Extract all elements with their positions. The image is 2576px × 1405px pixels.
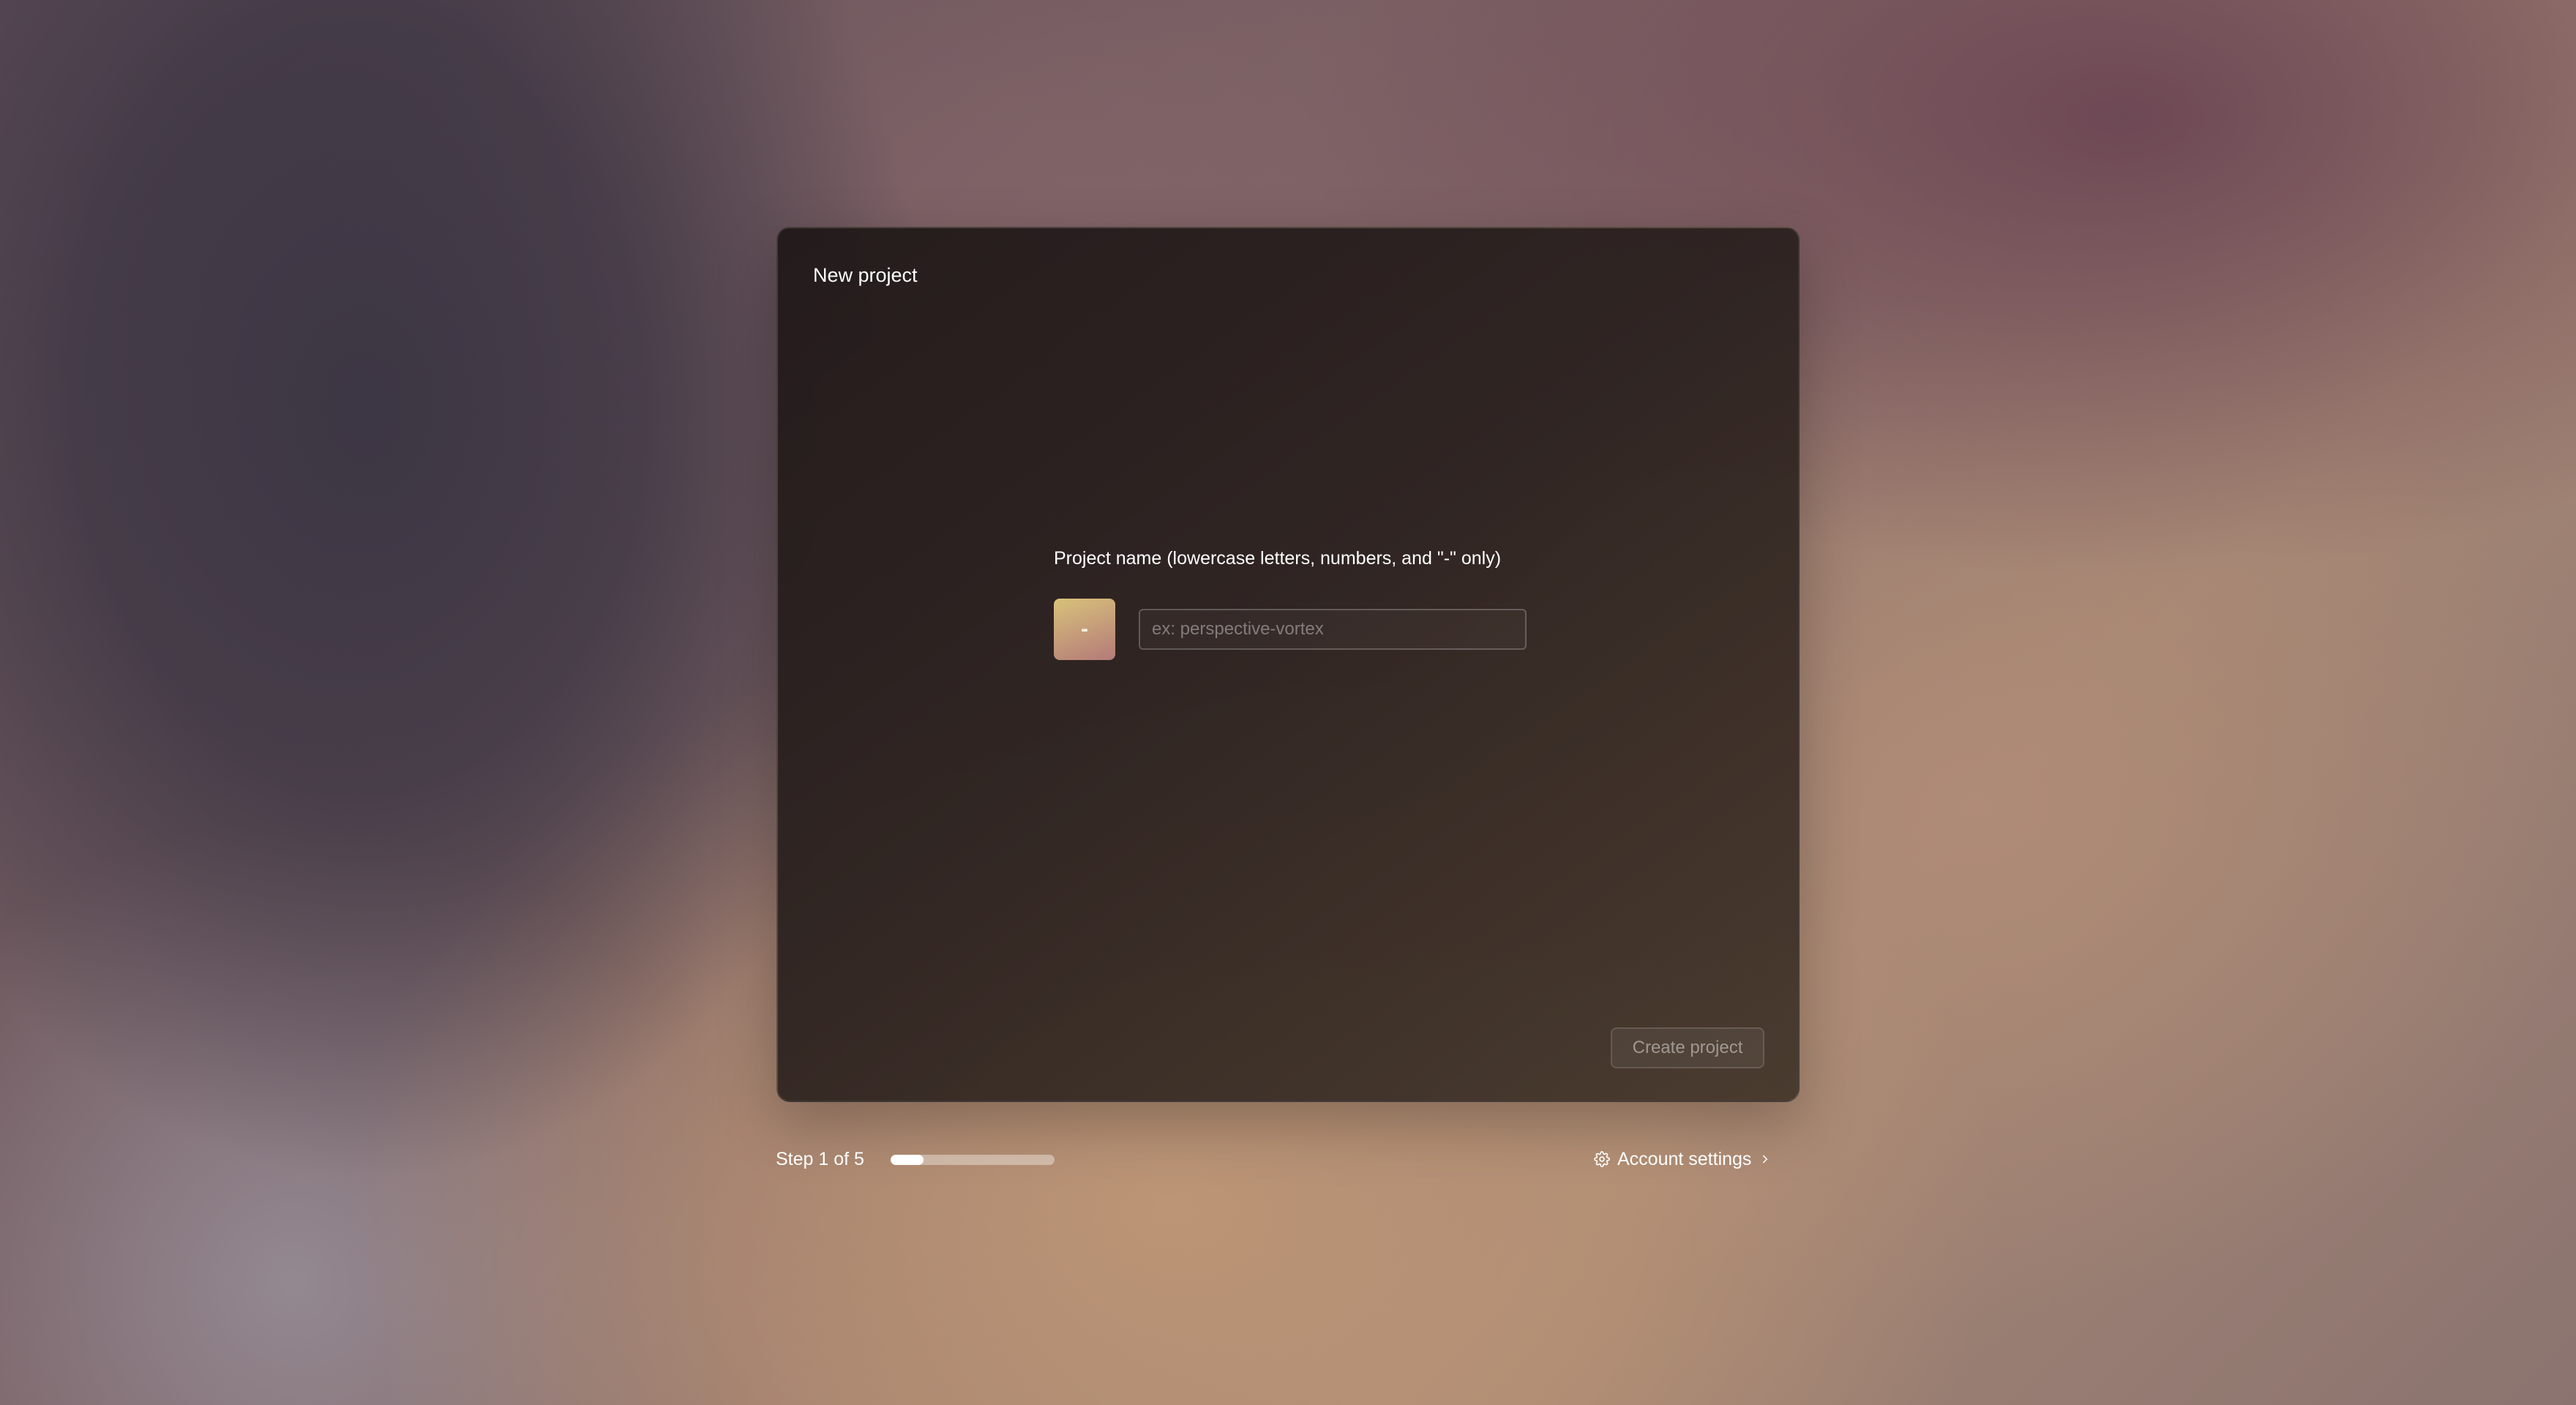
account-settings-link[interactable]: Account settings: [1594, 1146, 1772, 1172]
step-progress-fill: [891, 1155, 924, 1165]
create-project-button[interactable]: Create project: [1611, 1027, 1764, 1068]
new-project-dialog: New project Project name (lowercase lett…: [776, 227, 1800, 1102]
project-name-label: Project name (lowercase letters, numbers…: [1054, 548, 1502, 569]
gear-icon: [1594, 1151, 1610, 1167]
project-avatar[interactable]: -: [1054, 599, 1115, 660]
project-avatar-text: -: [1081, 617, 1088, 641]
account-settings-label: Account settings: [1617, 1148, 1752, 1169]
dialog-title: New project: [813, 264, 918, 286]
step-progress-bar: [891, 1155, 1055, 1165]
step-indicator: Step 1 of 5: [776, 1149, 864, 1169]
project-name-field: Project name (lowercase letters, numbers…: [1054, 546, 1566, 660]
project-name-input[interactable]: [1139, 609, 1527, 650]
project-name-row: -: [1054, 599, 1566, 660]
chevron-right-icon: [1759, 1153, 1772, 1166]
